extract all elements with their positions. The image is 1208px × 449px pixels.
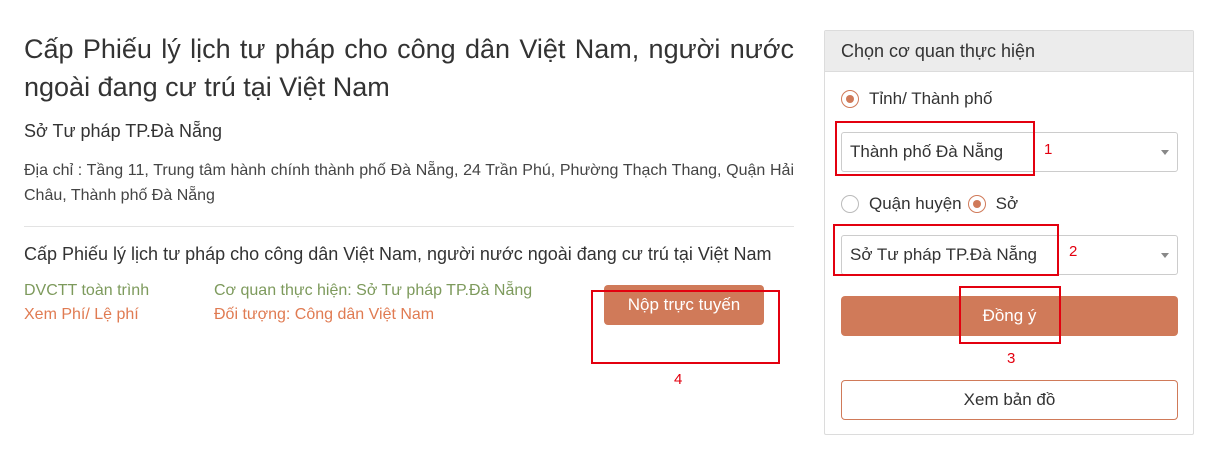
fee-link[interactable]: Xem Phí/ Lệ phí xyxy=(24,303,214,327)
annotation-number-3: 3 xyxy=(1007,350,1016,367)
scope-radio-row: Quận huyện Sở xyxy=(841,194,1018,214)
page-title: Cấp Phiếu lý lịch tư pháp cho công dân V… xyxy=(24,34,794,102)
chevron-down-icon xyxy=(1161,150,1169,155)
service-info-left: DVCTT toàn trình Xem Phí/ Lệ phí xyxy=(24,279,214,327)
district-radio[interactable] xyxy=(841,195,859,213)
district-radio-label: Quận huyện xyxy=(869,194,962,213)
province-radio[interactable] xyxy=(841,90,859,108)
department-radio[interactable] xyxy=(967,195,986,213)
service-level-label: DVCTT toàn trình xyxy=(24,282,150,299)
province-radio-label: Tỉnh/ Thành phố xyxy=(869,89,993,108)
department-radio-label: Sở xyxy=(995,194,1019,213)
executing-agency-text: Cơ quan thực hiện: Sở Tư pháp TP.Đà Nẵng xyxy=(214,282,533,299)
panel-header: Chọn cơ quan thực hiện xyxy=(825,31,1193,72)
chevron-down-icon xyxy=(1161,253,1169,258)
annotation-number-4: 4 xyxy=(674,371,683,388)
province-radio-row: Tỉnh/ Thành phố xyxy=(841,89,993,109)
annotation-number-2: 2 xyxy=(1069,243,1078,260)
annotation-box-1 xyxy=(835,121,1035,176)
annotation-box-2 xyxy=(833,224,1059,276)
agency-address: Địa chỉ : Tầng 11, Trung tâm hành chính … xyxy=(24,162,794,204)
agency-name: Sở Tư pháp TP.Đà Nẵng xyxy=(24,121,222,141)
annotation-number-1: 1 xyxy=(1044,141,1053,158)
service-title: Cấp Phiếu lý lịch tư pháp cho công dân V… xyxy=(24,244,772,264)
target-text: Đối tượng: Công dân Việt Nam xyxy=(214,306,435,323)
annotation-box-3 xyxy=(959,286,1061,344)
annotation-box-4 xyxy=(591,290,780,364)
view-map-button[interactable]: Xem bản đồ xyxy=(841,380,1178,420)
divider xyxy=(24,226,794,227)
service-info-right: Cơ quan thực hiện: Sở Tư pháp TP.Đà Nẵng… xyxy=(214,279,584,327)
